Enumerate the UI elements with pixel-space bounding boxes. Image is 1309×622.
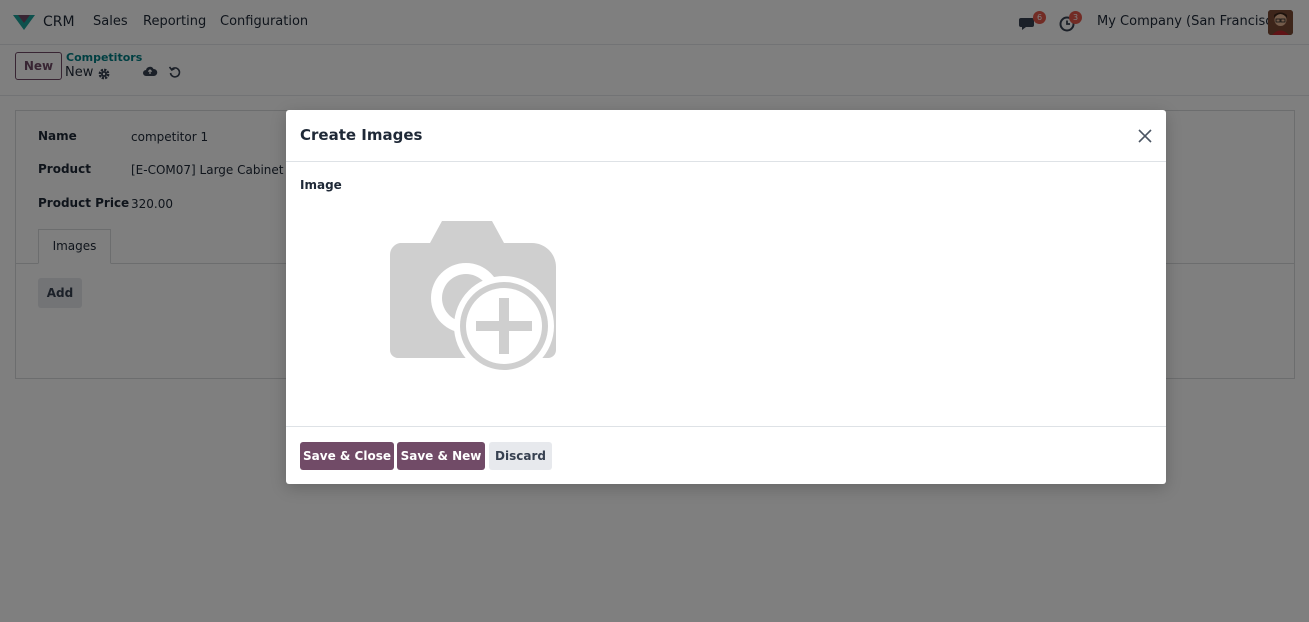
dialog-body: Image	[286, 162, 1166, 426]
close-icon[interactable]	[1137, 128, 1153, 144]
discard-button[interactable]: Discard	[489, 442, 552, 470]
create-images-dialog: Create Images Image Save & Close Save & …	[286, 110, 1166, 484]
dialog-header: Create Images	[286, 110, 1166, 162]
save-close-button[interactable]: Save & Close	[300, 442, 394, 470]
dialog-title: Create Images	[300, 126, 423, 144]
save-new-button[interactable]: Save & New	[397, 442, 485, 470]
camera-plus-icon[interactable]	[376, 218, 556, 378]
image-label: Image	[300, 178, 342, 192]
dialog-footer: Save & Close Save & New Discard	[286, 426, 1166, 484]
